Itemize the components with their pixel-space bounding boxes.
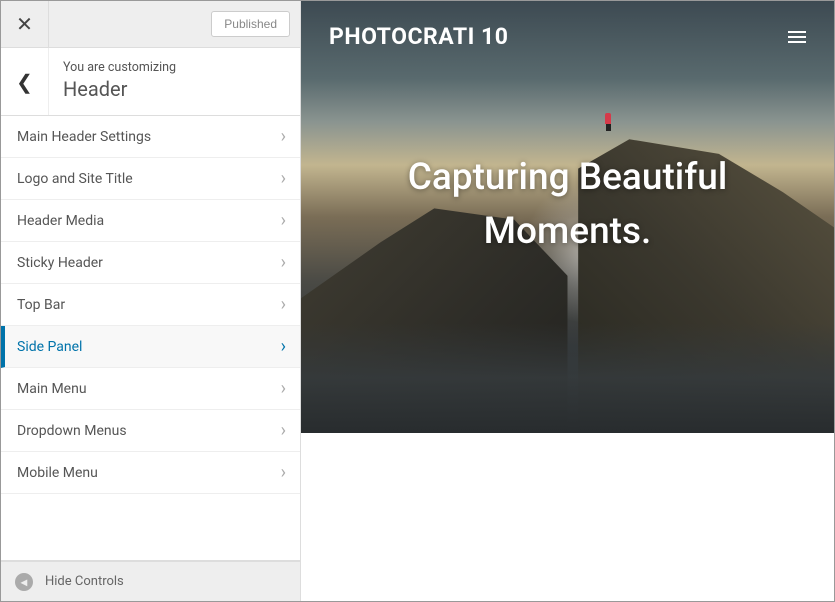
chevron-right-icon: › xyxy=(281,210,286,231)
close-button[interactable]: ✕ xyxy=(1,1,49,47)
back-button[interactable]: ❮ xyxy=(1,48,49,115)
menu-item-side-panel[interactable]: Side Panel › xyxy=(1,326,300,368)
hamburger-menu-icon[interactable] xyxy=(788,28,806,46)
chevron-right-icon: › xyxy=(281,420,286,441)
preview-pane: PHOTOCRATI 10 Capturing Beautiful Moment… xyxy=(301,1,834,601)
menu-item-label: Sticky Header xyxy=(17,255,103,271)
hero-scenery-person xyxy=(605,113,612,131)
menu-item-header-media[interactable]: Header Media › xyxy=(1,200,300,242)
chevron-left-icon: ❮ xyxy=(16,70,33,94)
menu-item-mobile-menu[interactable]: Mobile Menu › xyxy=(1,452,300,494)
hero-tagline: Capturing Beautiful Moments. xyxy=(301,151,834,258)
menu-item-logo-site-title[interactable]: Logo and Site Title › xyxy=(1,158,300,200)
collapse-left-icon: ◂ xyxy=(15,573,33,591)
chevron-right-icon: › xyxy=(281,462,286,483)
publish-status-button[interactable]: Published xyxy=(211,11,290,37)
menu-item-dropdown-menus[interactable]: Dropdown Menus › xyxy=(1,410,300,452)
chevron-right-icon: › xyxy=(281,168,286,189)
menu-item-label: Top Bar xyxy=(17,297,65,313)
menu-item-main-menu[interactable]: Main Menu › xyxy=(1,368,300,410)
hero-section: PHOTOCRATI 10 Capturing Beautiful Moment… xyxy=(301,1,834,433)
menu-item-label: Side Panel xyxy=(17,339,82,355)
menu-item-main-header-settings[interactable]: Main Header Settings › xyxy=(1,116,300,158)
customizer-sidebar: ✕ Published ❮ You are customizing Header… xyxy=(1,1,301,601)
menu-item-label: Main Menu xyxy=(17,381,87,397)
chevron-right-icon: › xyxy=(281,126,286,147)
menu-item-sticky-header[interactable]: Sticky Header › xyxy=(1,242,300,284)
menu-item-top-bar[interactable]: Top Bar › xyxy=(1,284,300,326)
tagline-line1: Capturing Beautiful xyxy=(301,151,834,205)
chevron-right-icon: › xyxy=(281,294,286,315)
chevron-right-icon: › xyxy=(281,378,286,399)
customize-title-block: You are customizing Header xyxy=(49,48,190,115)
menu-item-label: Logo and Site Title xyxy=(17,171,133,187)
customize-header: ❮ You are customizing Header xyxy=(1,47,300,116)
menu-item-label: Dropdown Menus xyxy=(17,423,127,439)
menu-item-label: Header Media xyxy=(17,213,104,229)
customize-subtext: You are customizing xyxy=(63,60,176,75)
site-title[interactable]: PHOTOCRATI 10 xyxy=(329,23,508,50)
hide-controls-label: Hide Controls xyxy=(45,574,124,589)
sidebar-topbar: ✕ Published xyxy=(1,1,300,47)
chevron-right-icon: › xyxy=(281,336,286,357)
chevron-right-icon: › xyxy=(281,252,286,273)
menu-list: Main Header Settings › Logo and Site Tit… xyxy=(1,116,300,561)
customize-section-title: Header xyxy=(63,77,176,101)
hide-controls-button[interactable]: ◂ Hide Controls xyxy=(1,561,300,601)
close-icon: ✕ xyxy=(16,12,33,36)
preview-header-bar: PHOTOCRATI 10 xyxy=(301,1,834,72)
menu-item-label: Main Header Settings xyxy=(17,129,151,145)
menu-item-label: Mobile Menu xyxy=(17,465,98,481)
tagline-line2: Moments. xyxy=(301,205,834,259)
